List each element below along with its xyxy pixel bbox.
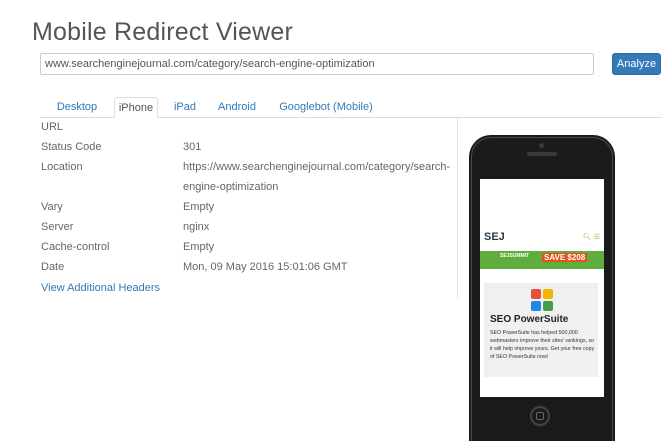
panel-divider [457, 118, 458, 298]
seo-powersuite-ad: SEO PowerSuite SEO PowerSuite has helped… [484, 283, 598, 377]
promo-title: SEO PowerSuite [490, 314, 569, 325]
header-name: URL [41, 121, 64, 133]
header-name: Vary [41, 201, 63, 213]
tab-android[interactable]: Android [212, 97, 262, 117]
header-value: Mon, 09 May 2016 15:01:06 GMT [183, 261, 348, 273]
phone-screen[interactable]: SEJ 🔍︎ ☰ SEJSUMMIT SAVE $208 SEO PowerSu… [480, 179, 604, 397]
tab-ipad[interactable]: iPad [166, 97, 204, 117]
header-value: engine-optimization [183, 181, 279, 193]
tab-googlebot-mobile[interactable]: Googlebot (Mobile) [270, 97, 382, 117]
header-value: Empty [183, 201, 215, 213]
header-value: 301 [183, 141, 202, 153]
header-name: Status Code [41, 141, 102, 153]
page-title: Mobile Redirect Viewer [32, 18, 293, 46]
view-additional-headers-link[interactable]: View Additional Headers [41, 282, 160, 294]
sej-logo: SEJ [484, 231, 505, 243]
header-name: Date [41, 261, 65, 273]
sej-summit-banner: SEJSUMMIT SAVE $208 [480, 251, 604, 269]
banner-text: SEJSUMMIT [500, 253, 530, 259]
tab-desktop[interactable]: Desktop [48, 97, 106, 117]
header-name: Location [41, 161, 83, 173]
url-input[interactable] [40, 53, 594, 75]
seo-powersuite-logo-icon [531, 289, 553, 311]
promo-text: SEO PowerSuite has helped 500,000 webmas… [490, 330, 595, 360]
iphone-preview: SEJ 🔍︎ ☰ SEJSUMMIT SAVE $208 SEO PowerSu… [469, 135, 615, 441]
banner-save: SAVE $208 [542, 253, 588, 262]
header-value: Empty [183, 241, 215, 253]
home-button-icon [530, 406, 550, 426]
device-tabs: Desktop iPhone iPad Android Googlebot (M… [40, 97, 662, 118]
header-name: Cache-control [41, 241, 110, 253]
header-value: nginx [183, 221, 210, 233]
camera-icon [539, 143, 544, 148]
menu-icon: 🔍︎ ☰ [582, 234, 600, 241]
header-value: https://www.searchenginejournal.com/cate… [183, 161, 451, 173]
tab-iphone[interactable]: iPhone [114, 97, 158, 118]
analyze-button[interactable]: Analyze [612, 53, 661, 75]
header-name: Server [41, 221, 74, 233]
speaker-icon [527, 152, 557, 156]
